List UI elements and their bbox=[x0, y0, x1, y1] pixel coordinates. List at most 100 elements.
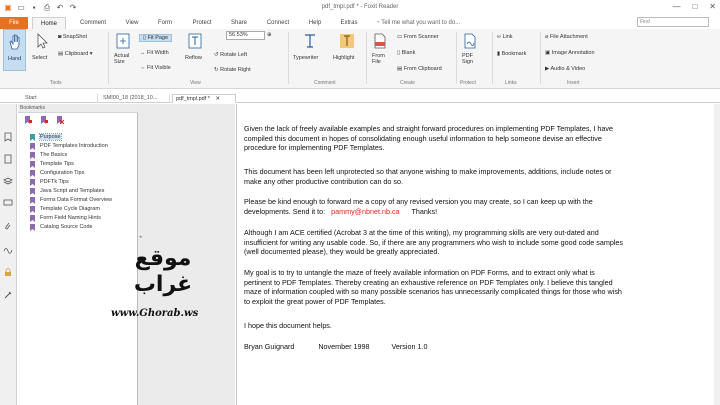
pdf-sign-icon bbox=[464, 33, 476, 49]
rotate-left-button[interactable]: ↺ Rotate Left bbox=[214, 52, 247, 58]
bookmarks-toolbar bbox=[18, 114, 138, 125]
bookmark-item[interactable]: Configuration Tips bbox=[30, 170, 84, 177]
bookmark-label: Template Tips bbox=[40, 161, 74, 167]
paragraph-2: This document has been left unprotected … bbox=[244, 167, 612, 186]
hand-button[interactable]: Hand bbox=[3, 29, 26, 71]
document-tabs: Start SMI00_18 (2018_10... pdf_tmpl.pdf … bbox=[0, 93, 720, 103]
tell-me-box[interactable]: ◔ Tell me what you want to do... bbox=[376, 17, 460, 29]
pdf-sign-button[interactable]: PDF Sign bbox=[459, 29, 481, 71]
image-icon: ▣ bbox=[545, 50, 551, 56]
group-label-tools: Tools bbox=[50, 80, 62, 86]
tab-connect[interactable]: Connect bbox=[258, 17, 298, 29]
comments-panel-icon[interactable] bbox=[3, 198, 13, 208]
tab-extras[interactable]: Extras bbox=[334, 17, 364, 29]
rotate-right-button[interactable]: ↻ Rotate Right bbox=[214, 67, 251, 73]
bookmark-item[interactable]: Template Cycle Diagram bbox=[30, 206, 100, 213]
bookmark-item[interactable]: Purpose bbox=[30, 133, 62, 141]
tab-form[interactable]: Form bbox=[150, 17, 180, 29]
title-bar: ▣ ▭ ▪ ⎙ ↶ ↷ pdf_tmpl.pdf * - Foxit Reade… bbox=[0, 0, 720, 17]
bookmark-item[interactable]: Form Field Naming Hints bbox=[30, 215, 101, 222]
actual-size-button[interactable]: Actual Size bbox=[112, 29, 134, 71]
audio-video-button[interactable]: ▶ Audio & Video bbox=[545, 66, 585, 72]
clipboard-button[interactable]: ▤ Clipboard ▾ bbox=[58, 51, 93, 57]
maximize-button[interactable]: □ bbox=[692, 2, 697, 11]
from-clipboard-button[interactable]: ▤ From Clipboard bbox=[397, 66, 442, 72]
close-tab-icon[interactable]: ✕ bbox=[215, 96, 220, 102]
bookmark-label: PDF Templates Introduction bbox=[40, 143, 108, 149]
signatures-panel-icon[interactable] bbox=[3, 244, 13, 254]
blank-button[interactable]: ▯ Blank bbox=[397, 50, 415, 56]
bookmark-item[interactable]: Catalog Source Code bbox=[30, 224, 93, 231]
zoom-input[interactable]: 56.53% bbox=[226, 31, 265, 40]
bookmark-label: Form Field Naming Hints bbox=[40, 215, 101, 221]
group-label-protect: Protect bbox=[460, 80, 476, 86]
watermark-logo: موقع غراب www.Ghorab.ws bbox=[105, 238, 235, 338]
bookmark-item[interactable]: Forms Data Format Overview bbox=[30, 197, 112, 204]
zoom-in-icon[interactable]: ⊕ bbox=[267, 32, 272, 38]
bookmarks-header: Bookmarks bbox=[18, 104, 138, 113]
expand-bookmark-icon[interactable] bbox=[24, 116, 32, 124]
pages-panel-icon[interactable] bbox=[3, 154, 13, 164]
attachments-panel-icon[interactable] bbox=[3, 221, 13, 231]
typewriter-icon bbox=[305, 34, 315, 48]
tab-file[interactable]: File bbox=[0, 17, 28, 29]
bookmark-flag-icon bbox=[30, 206, 35, 213]
find-input[interactable]: Find bbox=[637, 17, 709, 27]
document-page[interactable]: Given the lack of freely available examp… bbox=[236, 104, 720, 405]
reflow-label: Reflow bbox=[185, 55, 202, 61]
doc-tab-smi00[interactable]: SMI00_18 (2018_10... bbox=[100, 94, 170, 103]
paragraph-6: I hope this document helps. bbox=[244, 321, 332, 330]
ribbon-tabs: File Home Comment View Form Protect Shar… bbox=[0, 17, 720, 29]
bookmarks-panel-icon[interactable] bbox=[3, 132, 13, 142]
snapshot-button[interactable]: ◙ SnapShot bbox=[58, 34, 87, 40]
tab-help[interactable]: Help bbox=[302, 17, 328, 29]
delete-bookmark-icon[interactable] bbox=[56, 116, 64, 124]
layers-panel-icon[interactable] bbox=[3, 176, 13, 186]
bookmark-label: The Basics bbox=[40, 152, 68, 158]
actual-size-icon bbox=[116, 33, 130, 49]
email-link[interactable]: pammy@nbnet.nb.ca bbox=[331, 207, 399, 216]
vertical-scrollbar[interactable] bbox=[714, 104, 720, 405]
group-label-insert: Insert bbox=[567, 80, 580, 86]
image-annotation-button[interactable]: ▣ Image Annotation bbox=[545, 50, 595, 56]
minimize-button[interactable]: — bbox=[672, 2, 680, 11]
fit-visible-button[interactable]: ⇔ Fit Visible bbox=[140, 65, 171, 71]
tab-view[interactable]: View bbox=[118, 17, 146, 29]
select-button[interactable]: Select bbox=[31, 29, 53, 71]
tools-panel-icon[interactable] bbox=[3, 290, 13, 300]
bookmark-item[interactable]: PDF Templates Introduction bbox=[30, 143, 108, 150]
bookmark-flag-icon bbox=[30, 152, 35, 159]
highlight-label: Highlight bbox=[333, 55, 355, 61]
bookmark-label: Purpose bbox=[39, 133, 62, 141]
signature-line: Bryan Guignard November 1998 Version 1.0 bbox=[244, 342, 428, 351]
from-scanner-button[interactable]: ▭ From Scanner bbox=[397, 34, 439, 40]
security-lock-icon[interactable] bbox=[3, 267, 13, 277]
bookmark-flag-icon bbox=[30, 188, 35, 195]
doc-tab-start[interactable]: Start bbox=[22, 94, 98, 103]
typewriter-button[interactable]: Typewriter bbox=[292, 29, 328, 71]
bookmark-item[interactable]: PDFTk Tips bbox=[30, 179, 69, 186]
reflow-button[interactable]: Reflow bbox=[184, 29, 206, 71]
fit-width-button[interactable]: ↔ Fit Width bbox=[140, 50, 169, 56]
file-attachment-button[interactable]: ⌀ File Attachment bbox=[545, 34, 588, 40]
link-button[interactable]: ∞ Link bbox=[497, 34, 513, 40]
bookmark-item[interactable]: The Basics bbox=[30, 152, 67, 159]
add-bookmark-icon[interactable] bbox=[40, 116, 48, 124]
rotate-left-icon: ↺ bbox=[214, 52, 219, 58]
close-button[interactable]: ✕ bbox=[709, 2, 716, 11]
highlight-button[interactable]: Highlight bbox=[332, 29, 362, 71]
bookmark-button[interactable]: ▮ Bookmark bbox=[497, 51, 526, 57]
tab-share[interactable]: Share bbox=[224, 17, 254, 29]
fit-page-button[interactable]: ▯ Fit Page bbox=[139, 34, 173, 42]
bookmark-flag-icon bbox=[30, 215, 35, 222]
from-file-button[interactable]: From File bbox=[369, 29, 391, 71]
tab-home[interactable]: Home bbox=[32, 17, 66, 29]
clipboard-icon: ▤ bbox=[397, 66, 403, 72]
bookmark-item[interactable]: Template Tips bbox=[30, 161, 74, 168]
tab-protect[interactable]: Protect bbox=[184, 17, 220, 29]
paragraph-1: Given the lack of freely available examp… bbox=[244, 124, 614, 153]
bookmark-item[interactable]: Java Script and Templates bbox=[30, 188, 104, 195]
tab-comment[interactable]: Comment bbox=[70, 17, 116, 29]
doc-tab-pdf-tmpl[interactable]: pdf_tmpl.pdf * ✕ bbox=[172, 94, 236, 103]
rotate-right-icon: ↻ bbox=[214, 67, 219, 73]
